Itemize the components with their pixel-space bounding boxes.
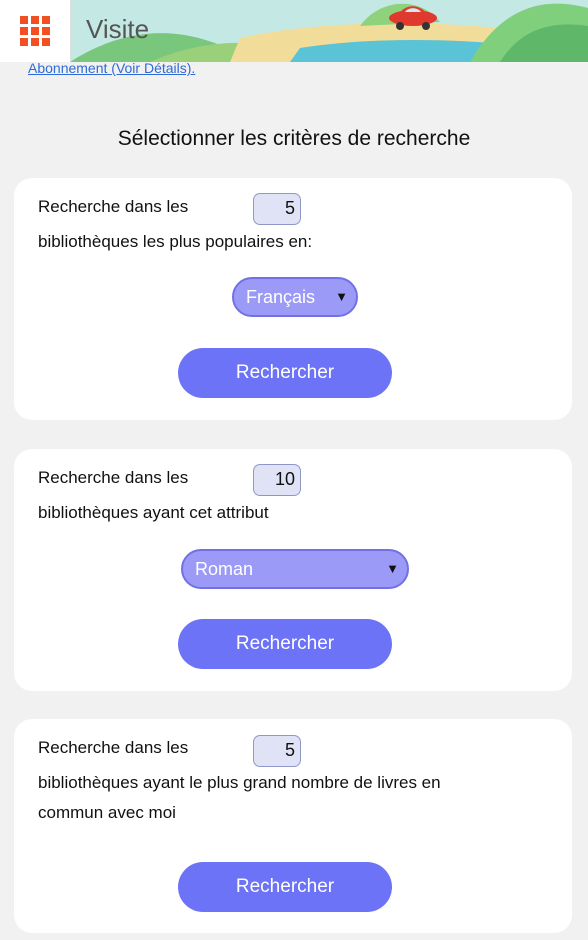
grid-icon [20, 16, 50, 46]
card-text-line2: bibliothèques ayant cet attribut [38, 503, 269, 522]
card-text-line2: bibliothèques les plus populaires en: [38, 232, 313, 251]
attribute-select[interactable]: Roman ▼ [181, 549, 409, 589]
search-card-common-books: Recherche dans les 5 bibliothèques ayant… [14, 719, 572, 933]
count-input[interactable]: 10 [253, 464, 301, 496]
search-button[interactable]: Rechercher [178, 348, 392, 398]
card-text-line2: bibliothèques ayant le plus grand nombre… [38, 773, 441, 792]
language-select[interactable]: Français ▼ [232, 277, 358, 317]
count-input[interactable]: 5 [253, 193, 301, 225]
search-card-attribute: Recherche dans les 10 bibliothèques ayan… [14, 449, 572, 691]
search-card-popular: Recherche dans les 5 bibliothèques les p… [14, 178, 572, 420]
subscription-details-link[interactable]: Abonnement (Voir Détails). [28, 60, 195, 76]
card-text-line1: Recherche dans les [38, 468, 189, 487]
card-text-line3: commun avec moi [38, 803, 176, 822]
card-text-line1: Recherche dans les [38, 197, 189, 216]
dropdown-arrow-icon: ▼ [335, 289, 348, 304]
menu-button[interactable] [0, 0, 71, 62]
dropdown-arrow-icon: ▼ [386, 561, 399, 576]
page-title: Visite [86, 14, 150, 44]
count-input[interactable]: 5 [253, 735, 301, 767]
card-text-line1: Recherche dans les [38, 738, 189, 757]
select-value: Roman [195, 559, 254, 579]
app-header: Visite [0, 0, 588, 62]
section-title: Sélectionner les critères de recherche [117, 127, 471, 150]
select-value: Français [246, 287, 316, 307]
search-button[interactable]: Rechercher [178, 619, 392, 669]
search-button[interactable]: Rechercher [178, 862, 392, 912]
